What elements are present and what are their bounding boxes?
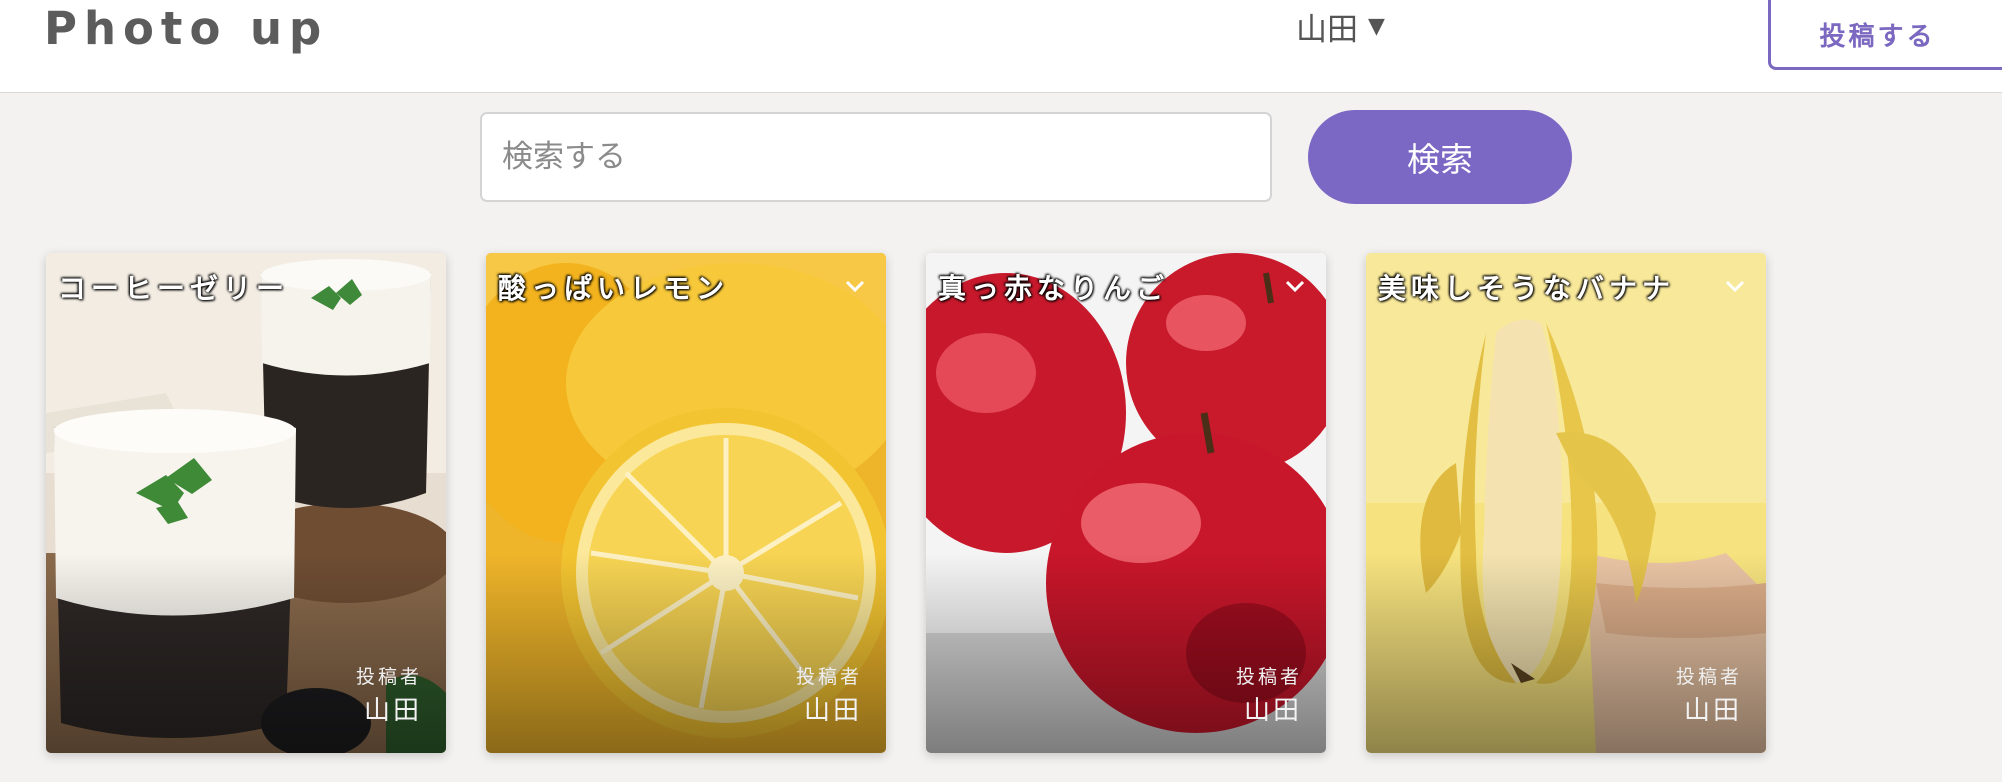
author-label: 投稿者 — [355, 666, 422, 688]
card-title: 真っ赤なりんご — [938, 272, 1170, 305]
author-name: 山田 — [1683, 696, 1742, 726]
chevron-down-icon[interactable] — [1284, 275, 1306, 297]
author-label: 投稿者 — [1675, 666, 1742, 688]
post-button[interactable]: 投稿する — [1768, 0, 2002, 70]
chevron-down-icon[interactable] — [844, 275, 866, 297]
card-title: コーヒーゼリー — [58, 272, 290, 305]
photo-card[interactable]: 真っ赤なりんご 投稿者 山田 — [926, 253, 1326, 753]
author-name: 山田 — [803, 696, 862, 726]
photo-card[interactable]: 酸っぱいレモン 投稿者 山田 — [486, 253, 886, 753]
caret-down-icon: ▼ — [1368, 14, 1385, 39]
photo-card[interactable]: コーヒーゼリー 投稿者 山田 — [46, 253, 446, 753]
author-label: 投稿者 — [795, 666, 862, 688]
author-label: 投稿者 — [1235, 666, 1302, 688]
user-name: 山田 — [1296, 12, 1358, 48]
search-input[interactable] — [480, 112, 1272, 202]
card-title: 美味しそうなバナナ — [1378, 272, 1676, 305]
card-title: 酸っぱいレモン — [498, 272, 730, 305]
photo-card[interactable]: 美味しそうなバナナ 投稿者 山田 — [1366, 253, 1766, 753]
author-name: 山田 — [1243, 696, 1302, 726]
search-button[interactable]: 検索 — [1308, 110, 1572, 204]
app-logo[interactable]: Photo up — [44, 2, 328, 55]
chevron-down-icon[interactable] — [1724, 275, 1746, 297]
user-menu[interactable]: 山田 ▼ — [1296, 4, 1385, 49]
author-name: 山田 — [363, 696, 422, 726]
top-header: Photo up 山田 ▼ 投稿する — [0, 0, 2002, 93]
